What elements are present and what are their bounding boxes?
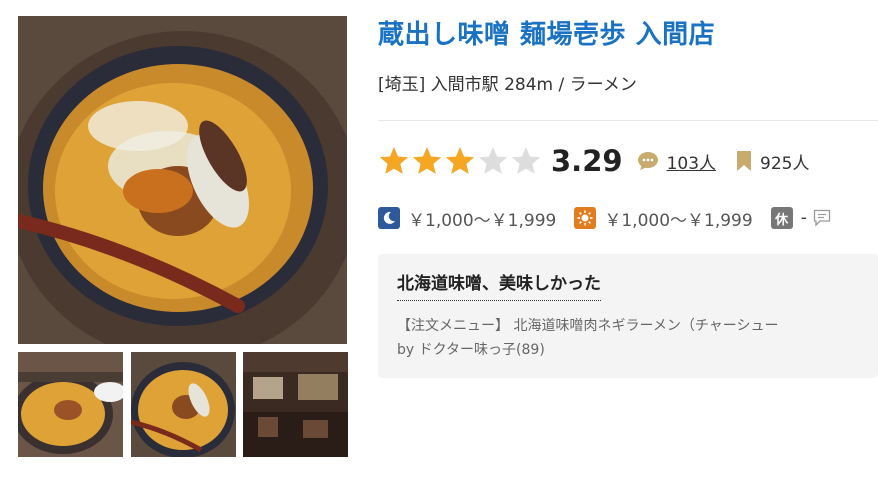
rating-score: 3.29 [551,144,623,178]
divider [378,120,878,121]
review-count-link[interactable]: 103人 [667,149,716,174]
speech-bubble-icon [637,152,658,170]
rating-row: 3.29 103人 925人 [378,141,809,181]
review-card[interactable]: 北海道味噌、美味しかった 【注文メニュー】 北海道味噌肉ネギラーメン（チャーシュ… [378,254,878,378]
thumbnail-1[interactable] [18,352,123,457]
main-photo[interactable] [18,16,347,344]
dinner-price: ￥1,000～￥1,999 [408,210,557,231]
price-row: ￥1,000～￥1,999 ￥1,000～￥1,999 休 - [378,205,831,231]
restaurant-name[interactable]: 蔵出し味噌 麺場壱歩 入間店 [378,14,715,51]
star-icon [511,147,541,174]
lunch-price: ￥1,000～￥1,999 [604,210,753,231]
restaurant-area: [埼玉] 入間市駅 284m / ラーメン [378,75,637,95]
review-text: 【注文メニュー】 北海道味噌肉ネギラーメン（チャーシュー [397,318,779,334]
comment-icon[interactable] [813,209,831,227]
holiday-value: - [800,208,807,228]
sun-icon [574,207,597,229]
ramen-thumbnail [18,352,123,457]
ramen-photo [18,16,347,344]
interior-thumbnail [243,352,348,457]
thumbnail-2[interactable] [131,352,236,457]
star-icon [478,147,508,174]
star-icon [412,147,442,174]
review-author: by ドクター味っ子(89) [397,342,545,358]
moon-icon [378,207,400,229]
bookmark-icon [737,151,752,171]
bookmark-count: 925人 [760,153,810,174]
star-icon [379,147,409,174]
thumbnail-3[interactable] [243,352,348,457]
review-title[interactable]: 北海道味噌、美味しかった [397,269,601,301]
star-rating [378,145,543,177]
star-icon [445,147,475,174]
holiday-badge: 休 [770,207,793,229]
ramen-thumbnail [131,352,236,457]
